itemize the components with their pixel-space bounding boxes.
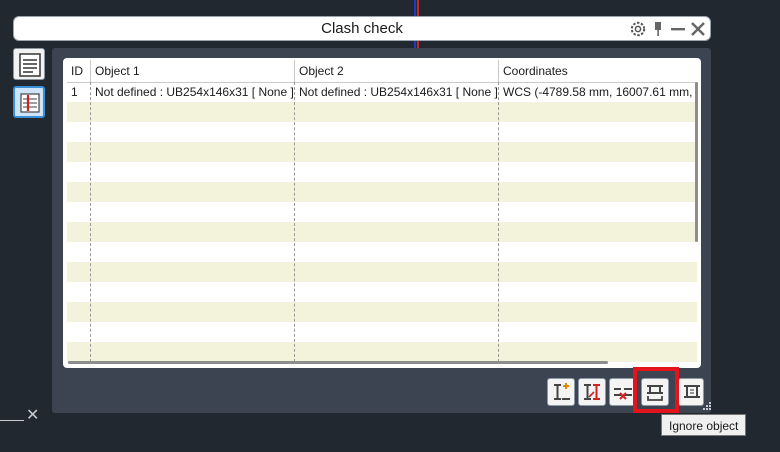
cell-object-2: Not defined : UB254x146x31 [ None ] <box>299 85 498 99</box>
column-header-object-1[interactable]: Object 1 <box>91 60 295 82</box>
delete-clash-icon <box>614 388 632 400</box>
table-row[interactable] <box>67 182 697 202</box>
column-header-object-2[interactable]: Object 2 <box>295 60 499 82</box>
canvas-line <box>0 420 24 421</box>
column-separator <box>294 82 295 362</box>
canvas-line-blue <box>414 0 416 16</box>
table-row[interactable] <box>67 222 697 242</box>
horizontal-scrollbar[interactable] <box>68 361 608 364</box>
title-bar[interactable]: Clash check <box>13 16 711 41</box>
clash-list-icon <box>20 93 40 113</box>
clash-list-tool-button[interactable] <box>13 86 45 118</box>
table-header: ID Object 1 Object 2 Coordinates <box>67 60 697 83</box>
cell-coordinates: WCS (-4789.58 mm, 16007.61 mm, 0. <box>503 85 697 99</box>
cell-id: 1 <box>71 85 78 99</box>
window-title: Clash check <box>321 20 403 37</box>
table-row[interactable] <box>67 242 697 262</box>
column-separator <box>90 82 91 362</box>
clash-results-table[interactable]: ID Object 1 Object 2 Coordinates 1 Not d… <box>63 58 701 368</box>
table-row[interactable] <box>67 102 697 122</box>
pin-icon[interactable] <box>649 20 667 38</box>
ignore-all-icon <box>684 385 700 398</box>
table-row[interactable] <box>67 262 697 282</box>
select-object-icon <box>584 384 600 400</box>
table-row[interactable] <box>67 342 697 362</box>
close-icon[interactable] <box>689 20 707 38</box>
tooltip: Ignore object <box>661 414 747 436</box>
resize-grip-icon[interactable] <box>703 402 711 410</box>
table-row[interactable] <box>67 322 697 342</box>
table-row[interactable]: 1 Not defined : UB254x146x31 [ None ] No… <box>67 82 697 102</box>
ignore-all-button[interactable] <box>678 378 704 406</box>
add-object-icon <box>554 383 570 400</box>
report-icon <box>19 53 41 77</box>
table-row[interactable] <box>67 282 697 302</box>
table-row[interactable] <box>67 122 697 142</box>
canvas-x-icon: ✕ <box>26 405 40 424</box>
column-header-id[interactable]: ID <box>67 60 91 82</box>
add-object-button[interactable] <box>547 378 575 406</box>
column-separator <box>498 82 499 362</box>
table-row[interactable] <box>67 142 697 162</box>
gear-icon[interactable] <box>629 20 647 38</box>
table-row[interactable] <box>67 162 697 182</box>
minimize-icon[interactable] <box>669 20 687 38</box>
column-header-coordinates[interactable]: Coordinates <box>499 60 697 82</box>
vertical-scrollbar[interactable] <box>695 82 698 242</box>
table-row[interactable] <box>67 202 697 222</box>
cell-object-1: Not defined : UB254x146x31 [ None ] <box>95 85 294 99</box>
table-row[interactable] <box>67 302 697 322</box>
title-bar-controls <box>629 20 707 38</box>
report-tool-button[interactable] <box>13 48 45 80</box>
table-body: 1 Not defined : UB254x146x31 [ None ] No… <box>67 82 697 362</box>
select-object-button[interactable] <box>578 378 606 406</box>
canvas-line-red <box>417 0 419 16</box>
highlight-box <box>633 367 679 413</box>
